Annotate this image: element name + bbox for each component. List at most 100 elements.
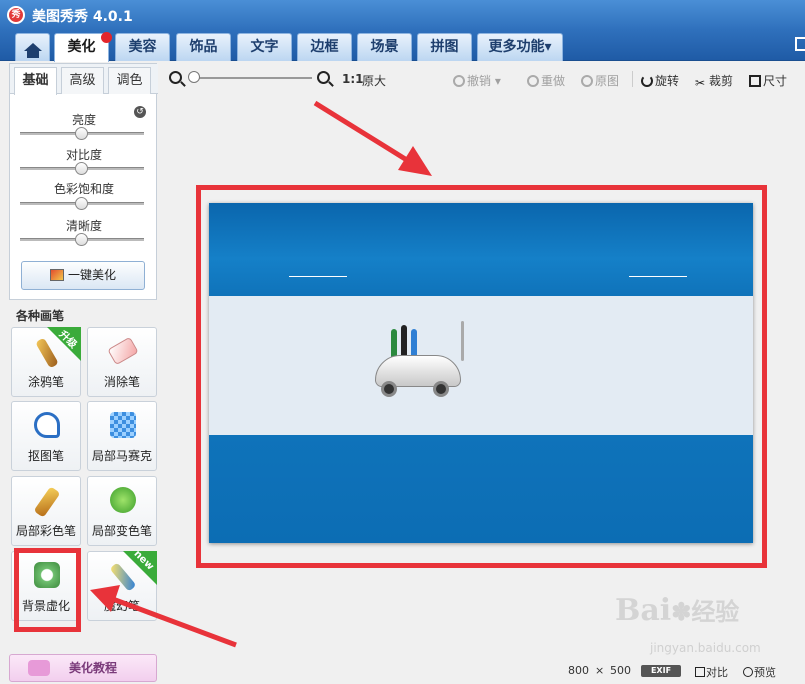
resize-button[interactable]: 尺寸 <box>749 72 787 89</box>
contrast-slider[interactable] <box>20 162 144 175</box>
original-icon <box>581 75 593 87</box>
compare-label: 对比 <box>706 666 728 679</box>
brush-label: 魔幻笔 <box>103 599 140 613</box>
redo-label: 重做 <box>541 74 566 88</box>
tab-more[interactable]: 更多功能▾ <box>477 33 563 61</box>
rotate-icon <box>641 75 653 87</box>
compare-button[interactable]: 对比 <box>695 664 728 680</box>
slider-label-contrast: 对比度 <box>65 148 102 162</box>
magic-brush-button[interactable]: new 魔幻笔 <box>87 548 157 621</box>
tab-accessories[interactable]: 饰品 <box>176 33 231 61</box>
title-bar: 秀 美图秀秀 4.0.1 <box>0 0 805 30</box>
zoom-in-icon[interactable] <box>317 71 330 84</box>
original-label: 原图 <box>595 74 620 88</box>
sharpness-slider[interactable] <box>20 233 144 246</box>
redo-icon <box>527 75 539 87</box>
slider-knob[interactable] <box>75 233 88 246</box>
crop-button[interactable]: ✂ 裁剪 <box>695 72 734 90</box>
magic-wand-icon <box>49 269 64 281</box>
compare-icon <box>695 667 705 677</box>
local-mosaic-button[interactable]: 局部马赛克 <box>87 401 157 471</box>
slider-knob[interactable] <box>75 162 88 175</box>
tab-scene[interactable]: 场景 <box>357 33 412 61</box>
restore-window-icon[interactable] <box>795 37 805 51</box>
slider-label-saturation: 色彩饱和度 <box>53 182 114 196</box>
eraser-icon <box>107 336 139 366</box>
resize-label: 尺寸 <box>763 74 788 88</box>
zoom-out-icon[interactable] <box>169 71 182 84</box>
crop-label: 裁剪 <box>709 74 734 88</box>
one-key-beautify-button[interactable]: 一键美化 <box>21 261 145 290</box>
highlight-box-photo <box>196 185 767 568</box>
redo-button[interactable]: 重做 <box>527 72 565 89</box>
tab-beautify[interactable]: 美化 <box>54 32 112 62</box>
notification-dot <box>101 32 112 43</box>
cutout-brush-button[interactable]: 抠图笔 <box>11 401 81 471</box>
preview-label: 预览 <box>754 666 776 679</box>
actual-size-ratio[interactable]: 1:1 <box>342 72 364 86</box>
zoom-knob[interactable] <box>188 71 200 83</box>
slider-label-sharpness: 清晰度 <box>65 219 102 233</box>
hand-heart-icon <box>28 660 50 676</box>
brush-label: 涂鸦笔 <box>27 375 64 389</box>
tab-beauty[interactable]: 美容 <box>115 33 170 61</box>
undo-label: 撤销 <box>467 74 492 88</box>
brightness-slider[interactable] <box>20 127 144 140</box>
rotate-button[interactable]: 旋转 <box>641 72 679 89</box>
brush-label: 抠图笔 <box>27 449 64 463</box>
brush-section-title: 各种画笔 <box>16 309 65 323</box>
preview-icon <box>743 667 753 677</box>
main-nav: 美化 美容 饰品 文字 边框 场景 拼图 更多功能▾ <box>0 30 805 62</box>
adjust-panel: 基础 高级 调色 ↺ 亮度 对比度 色彩饱和度 清晰度 一键美化 <box>9 63 158 300</box>
doodle-brush-button[interactable]: 升级 涂鸦笔 <box>11 327 81 397</box>
status-bar: 800 × 500 EXIF 对比 预览 <box>560 661 805 681</box>
tab-text[interactable]: 文字 <box>237 33 292 61</box>
image-toolbar: 1:1 原大 撤销 ▾ 重做 原图 旋转 ✂ 裁剪 尺寸 <box>165 68 805 92</box>
color-brush-icon <box>33 486 61 518</box>
toolbar-divider <box>632 71 633 87</box>
tab-label: 美化 <box>67 39 96 55</box>
pen-nib-icon <box>34 412 60 438</box>
original-button[interactable]: 原图 <box>581 72 619 89</box>
subtab-color[interactable]: 调色 <box>108 67 151 94</box>
brush-label: 局部变色笔 <box>91 524 152 538</box>
tab-collage[interactable]: 拼图 <box>417 33 472 61</box>
slider-knob[interactable] <box>75 197 88 210</box>
app-logo-icon: 秀 <box>7 6 25 24</box>
app-title: 美图秀秀 4.0.1 <box>32 9 133 25</box>
home-tab[interactable] <box>15 33 50 61</box>
dimension-separator: × <box>595 664 605 677</box>
local-color-brush-button[interactable]: 局部彩色笔 <box>11 476 81 546</box>
saturation-slider[interactable] <box>20 197 144 210</box>
eraser-brush-button[interactable]: 消除笔 <box>87 327 157 397</box>
tutorial-button[interactable]: 美化教程 <box>9 654 157 682</box>
paint-bucket-icon <box>110 487 136 513</box>
subtab-basic[interactable]: 基础 <box>14 67 57 95</box>
slider-label-brightness: 亮度 <box>71 113 96 127</box>
button-label: 美化教程 <box>68 661 117 675</box>
highlight-box-blur <box>14 548 81 632</box>
zoom-slider[interactable] <box>188 71 312 83</box>
mosaic-icon <box>110 412 136 438</box>
paw-icon: ✽ <box>671 597 692 626</box>
actual-size-label[interactable]: 原大 <box>362 72 386 89</box>
rotate-label: 旋转 <box>655 74 680 88</box>
home-icon <box>23 43 42 58</box>
resize-icon <box>749 75 761 87</box>
tab-frame[interactable]: 边框 <box>297 33 352 61</box>
brush-label: 局部马赛克 <box>91 449 152 463</box>
local-recolor-brush-button[interactable]: 局部变色笔 <box>87 476 157 546</box>
image-width: 800 <box>568 664 589 677</box>
adjust-subtabs: 基础 高级 调色 <box>10 64 158 95</box>
brush-label: 消除笔 <box>103 375 140 389</box>
watermark-brand2: 经验 <box>691 597 740 626</box>
slider-knob[interactable] <box>75 127 88 140</box>
exif-button[interactable]: EXIF <box>641 665 681 677</box>
undo-icon <box>453 75 465 87</box>
undo-button[interactable]: 撤销 ▾ <box>453 72 501 89</box>
subtab-advanced[interactable]: 高级 <box>61 67 104 94</box>
image-height: 500 <box>610 664 631 677</box>
watermark-brand: Bai <box>615 593 672 628</box>
preview-button[interactable]: 预览 <box>743 664 776 680</box>
scissors-icon: ✂ <box>695 76 706 90</box>
